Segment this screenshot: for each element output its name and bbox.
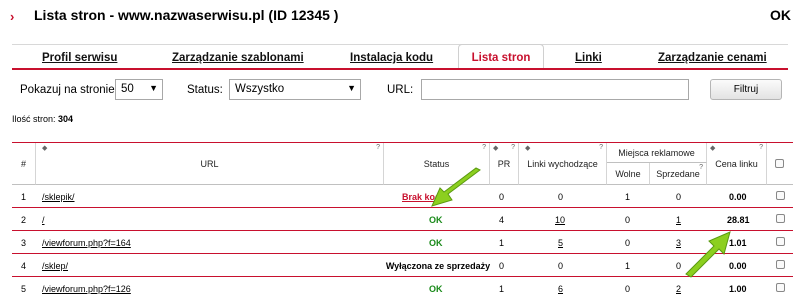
- row-checkbox[interactable]: [776, 191, 785, 200]
- help-icon[interactable]: ?: [759, 144, 763, 151]
- row-pr: 1: [499, 238, 505, 248]
- tab-zarzadzanie-cenami[interactable]: Zarządzanie cenami: [658, 52, 767, 64]
- col-header-outgoing[interactable]: ◆? Linki wychodzące: [519, 143, 607, 185]
- row-status: OK: [429, 215, 443, 225]
- url-input[interactable]: [421, 79, 689, 100]
- page-title: Lista stron - www.nazwaserwisu.pl (ID 12…: [34, 7, 339, 23]
- help-icon[interactable]: ?: [376, 144, 380, 151]
- row-free: 1: [625, 192, 631, 202]
- sort-icon[interactable]: ◆: [525, 144, 530, 152]
- table-body: 1 /sklepik/ Brak kodu 0 0 1 0 0.00 2 / O…: [12, 185, 793, 302]
- row-pr: 0: [499, 192, 505, 202]
- help-icon[interactable]: ?: [599, 144, 603, 151]
- tab-underline: [12, 68, 788, 70]
- table-row: 2 / OK 4 10 0 1 28.81: [12, 208, 793, 231]
- row-url-link[interactable]: /sklepik/: [42, 192, 75, 202]
- ok-button[interactable]: OK: [770, 7, 791, 23]
- row-pr: 0: [499, 261, 505, 271]
- per-page-label: Pokazuj na stronie:: [20, 84, 118, 96]
- page-count-label: Ilość stron:: [12, 114, 56, 124]
- row-num: 1: [21, 192, 27, 202]
- row-outgoing-link[interactable]: 5: [558, 238, 563, 248]
- table-row: 3 /viewforum.php?f=164 OK 1 5 0 3 1.01: [12, 231, 793, 254]
- status-select[interactable]: Wszystko ▼: [229, 79, 361, 100]
- per-page-value: 50: [121, 83, 134, 95]
- url-label: URL:: [387, 84, 414, 96]
- row-price: 1.00: [729, 284, 747, 294]
- filter-button[interactable]: Filtruj: [710, 79, 782, 100]
- annotation-arrow-icon: [431, 167, 481, 207]
- tab-lista-stron[interactable]: Lista stron: [458, 44, 544, 69]
- row-price: 0.00: [729, 192, 747, 202]
- row-free: 0: [625, 238, 631, 248]
- filter-bar: Pokazuj na stronie: 50 ▼ Status: Wszystk…: [0, 78, 800, 104]
- row-sold: 0: [676, 192, 682, 202]
- row-url-link[interactable]: /viewforum.php?f=164: [42, 238, 131, 248]
- page-count: Ilość stron: 304: [12, 114, 73, 124]
- row-url-link[interactable]: /sklep/: [42, 261, 68, 271]
- row-checkbox[interactable]: [776, 260, 785, 269]
- col-header-free[interactable]: Wolne: [607, 163, 650, 185]
- row-checkbox[interactable]: [776, 237, 785, 246]
- row-status: OK: [429, 284, 443, 294]
- tab-bar: Profil serwisu Zarządzanie szablonami In…: [12, 44, 788, 70]
- chevron-right-icon: ›: [10, 9, 15, 24]
- dropdown-arrow-icon: ▼: [347, 83, 356, 93]
- sort-icon[interactable]: ◆: [493, 144, 498, 152]
- row-checkbox[interactable]: [776, 283, 785, 292]
- help-icon[interactable]: ?: [482, 144, 486, 151]
- table-header: # ◆? URL ? Status ◆? PR ◆? Linki wychodzące …: [12, 143, 793, 185]
- row-num: 5: [21, 284, 27, 294]
- table-row: 5 /viewforum.php?f=126 OK 1 6 0 2 1.00: [12, 277, 793, 300]
- per-page-select[interactable]: 50 ▼: [115, 79, 163, 100]
- row-num: 3: [21, 238, 27, 248]
- dropdown-arrow-icon: ▼: [149, 83, 158, 93]
- status-value: Wszystko: [235, 83, 285, 95]
- col-header-pr[interactable]: ◆? PR: [490, 143, 519, 185]
- help-icon[interactable]: ?: [511, 144, 515, 151]
- col-header-select-all[interactable]: [767, 143, 793, 185]
- tab-instalacja-kodu[interactable]: Instalacja kodu: [350, 52, 433, 64]
- table-row: 1 /sklepik/ Brak kodu 0 0 1 0 0.00: [12, 185, 793, 208]
- col-header-num: #: [12, 143, 36, 185]
- row-outgoing: 0: [558, 261, 564, 271]
- sort-icon[interactable]: ◆: [42, 144, 47, 152]
- status-label: Status:: [187, 84, 223, 96]
- tab-profil-serwisu[interactable]: Profil serwisu: [42, 52, 117, 64]
- row-status: OK: [429, 238, 443, 248]
- col-header-ad-places: Miejsca reklamowe: [607, 143, 707, 163]
- table-row: 4 /sklep/ Wyłączona ze sprzedaży 0 0 1 0…: [12, 254, 793, 277]
- annotation-arrow-icon: [685, 231, 731, 278]
- row-free: 0: [625, 215, 631, 225]
- page-count-value: 304: [58, 114, 74, 124]
- tab-zarzadzanie-szablonami[interactable]: Zarządzanie szablonami: [172, 52, 304, 64]
- row-pr: 1: [499, 284, 505, 294]
- row-outgoing-link[interactable]: 6: [558, 284, 563, 294]
- row-num: 2: [21, 215, 27, 225]
- page-header: › Lista stron - www.nazwaserwisu.pl (ID …: [0, 0, 800, 32]
- row-outgoing: 0: [558, 192, 564, 202]
- row-pr: 4: [499, 215, 505, 225]
- pages-table: # ◆? URL ? Status ◆? PR ◆? Linki wychodzące …: [12, 142, 793, 294]
- row-outgoing-link[interactable]: 10: [555, 215, 565, 225]
- row-checkbox[interactable]: [776, 214, 785, 223]
- col-header-price[interactable]: ◆? Cena linku: [707, 143, 767, 185]
- sort-icon[interactable]: ◆: [710, 144, 715, 152]
- row-url-link[interactable]: /: [42, 215, 45, 225]
- row-free: 1: [625, 261, 631, 271]
- select-all-checkbox[interactable]: [775, 159, 784, 168]
- row-num: 4: [21, 261, 27, 271]
- row-status: Wyłączona ze sprzedaży: [385, 261, 491, 271]
- col-header-sold[interactable]: ? Sprzedane: [650, 163, 707, 185]
- tab-linki[interactable]: Linki: [575, 52, 602, 64]
- row-sold-link[interactable]: 2: [676, 284, 681, 294]
- row-free: 0: [625, 284, 631, 294]
- row-url-link[interactable]: /viewforum.php?f=126: [42, 284, 131, 294]
- col-header-url[interactable]: ◆? URL: [36, 143, 384, 185]
